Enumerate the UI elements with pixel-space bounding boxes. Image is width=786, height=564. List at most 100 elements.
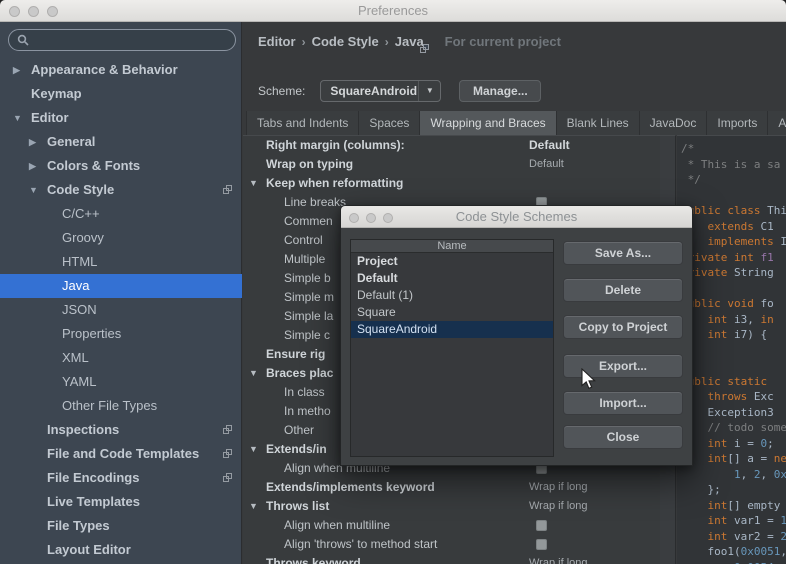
scheme-combobox-value: SquareAndroid: [330, 84, 418, 98]
sidebar-item-label: Live Templates: [47, 494, 140, 509]
tab-wrapping-and-braces[interactable]: Wrapping and Braces: [420, 111, 557, 135]
tab-blank-lines[interactable]: Blank Lines: [556, 111, 640, 135]
sidebar-item-live-templates[interactable]: Live Templates: [0, 490, 242, 514]
sidebar-item-html[interactable]: HTML: [0, 250, 242, 274]
setting-value[interactable]: Wrap if long: [529, 554, 588, 564]
sidebar-item-colors-fonts[interactable]: ▶ Colors & Fonts: [0, 154, 242, 178]
chevron-right-icon[interactable]: ▶: [13, 58, 20, 82]
sidebar-item-file-encodings[interactable]: File Encodings: [0, 466, 242, 490]
scheme-row: Scheme: SquareAndroid ▼ Manage...: [258, 79, 542, 103]
tab-javadoc[interactable]: JavaDoc: [639, 111, 708, 135]
setting-checkbox[interactable]: [536, 539, 547, 550]
sidebar-item-groovy[interactable]: Groovy: [0, 226, 242, 250]
sidebar-item-general[interactable]: ▶ General: [0, 130, 242, 154]
current-project-badge-icon: [223, 473, 232, 482]
setting-label: Keep when reformatting: [266, 176, 404, 190]
search-icon: [17, 34, 29, 46]
chevron-down-icon[interactable]: ▼: [249, 174, 258, 193]
import--button[interactable]: Import...: [563, 391, 683, 415]
sidebar-item-appearance-behavior[interactable]: ▶ Appearance & Behavior: [0, 58, 242, 82]
copy-to-project-button[interactable]: Copy to Project: [563, 315, 683, 339]
tab-arrangement[interactable]: Arrangement: [768, 111, 786, 135]
sidebar-item-label: Appearance & Behavior: [31, 62, 178, 77]
sidebar-item-label: Java: [62, 278, 90, 293]
sidebar-item-file-and-code-templates[interactable]: File and Code Templates: [0, 442, 242, 466]
sidebar-item-label: JSON: [62, 302, 97, 317]
setting-row: Wrap on typing Default: [243, 155, 660, 174]
sidebar-item-keymap[interactable]: Keymap: [0, 82, 242, 106]
sidebar-item-label: HTML: [62, 254, 98, 269]
tab-tabs-and-indents[interactable]: Tabs and Indents: [247, 111, 360, 135]
breadcrumb-item-editor[interactable]: Editor: [258, 34, 296, 49]
chevron-down-icon[interactable]: ▼: [249, 497, 258, 516]
delete-button[interactable]: Delete: [563, 278, 683, 302]
close-button[interactable]: Close: [563, 425, 683, 449]
setting-label: Ensure rig: [266, 347, 326, 361]
setting-value[interactable]: Wrap if long: [529, 478, 588, 497]
sidebar-item-file-types[interactable]: File Types: [0, 514, 242, 538]
schemes-list-header: Name: [351, 240, 553, 253]
chevron-down-icon[interactable]: ▼: [29, 178, 38, 202]
setting-label: Braces plac: [266, 366, 334, 380]
setting-row: ▼ Keep when reformatting: [243, 174, 660, 193]
chevron-down-icon[interactable]: ▼: [249, 440, 258, 459]
sidebar-item-editor[interactable]: ▼ Editor: [0, 106, 242, 130]
code-style-schemes-dialog: Code Style Schemes Name Project Default De…: [340, 205, 693, 466]
sidebar-item-inspections[interactable]: Inspections: [0, 418, 242, 442]
setting-label: Right margin (columns):: [266, 138, 405, 152]
setting-label: Simple la: [284, 309, 334, 323]
sidebar-item-properties[interactable]: Properties: [0, 322, 242, 346]
sidebar-item-yaml[interactable]: YAML: [0, 370, 242, 394]
context-note: For current project: [444, 34, 561, 49]
setting-value[interactable]: Default: [529, 155, 564, 174]
setting-row: Align when multiline: [243, 516, 660, 535]
sidebar-item-java[interactable]: Java: [0, 274, 242, 298]
sidebar-item-layout-editor[interactable]: Layout Editor: [0, 538, 242, 562]
setting-label: Control: [284, 233, 323, 247]
current-project-badge-icon: [223, 449, 232, 458]
breadcrumb-item-code-style[interactable]: Code Style: [312, 34, 379, 49]
sidebar-item-other-file-types[interactable]: Other File Types: [0, 394, 242, 418]
setting-label: Wrap on typing: [266, 157, 354, 171]
export--button[interactable]: Export...: [563, 354, 683, 378]
scheme-label: Scheme:: [258, 84, 306, 98]
sidebar-item-xml[interactable]: XML: [0, 346, 242, 370]
current-project-badge-icon: [419, 44, 429, 53]
dialog-titlebar: Code Style Schemes: [341, 206, 692, 228]
sidebar-item-label: XML: [62, 350, 89, 365]
setting-value[interactable]: Wrap if long: [529, 497, 588, 516]
chevron-right-icon[interactable]: ▶: [29, 130, 36, 154]
setting-checkbox[interactable]: [536, 520, 547, 531]
scheme-item-project[interactable]: Project: [351, 253, 553, 270]
window-titlebar: Preferences: [0, 0, 786, 22]
search-input[interactable]: [29, 32, 209, 48]
sidebar-item-label: Code Style: [47, 182, 115, 197]
scheme-item-default-1-[interactable]: Default (1): [351, 287, 553, 304]
code-style-tabbar: Tabs and Indents Spaces Wrapping and Brace…: [246, 111, 786, 135]
setting-label: Other: [284, 423, 315, 437]
setting-row: Right margin (columns): Default: [243, 136, 660, 155]
setting-label: Multiple: [284, 252, 326, 266]
sidebar-search[interactable]: [8, 29, 236, 51]
settings-tree: ▶ Appearance & Behavior Keymap ▼ Editor ▶ Gene…: [0, 58, 242, 562]
setting-value[interactable]: Default: [529, 136, 570, 155]
sidebar-item-c-c-[interactable]: C/C++: [0, 202, 242, 226]
scheme-item-default[interactable]: Default: [351, 270, 553, 287]
scheme-item-square[interactable]: Square: [351, 304, 553, 321]
chevron-down-icon[interactable]: ▼: [249, 364, 258, 383]
sidebar-item-label: File Encodings: [47, 470, 140, 485]
tab-spaces[interactable]: Spaces: [359, 111, 421, 135]
window-title: Preferences: [357, 3, 429, 18]
manage-button[interactable]: Manage...: [459, 80, 542, 102]
save-as--button[interactable]: Save As...: [563, 241, 683, 265]
scheme-item-squareandroid[interactable]: SquareAndroid: [351, 321, 553, 338]
sidebar-item-code-style[interactable]: ▼ Code Style: [0, 178, 242, 202]
scheme-combobox[interactable]: SquareAndroid ▼: [320, 80, 442, 102]
chevron-down-icon[interactable]: ▼: [418, 81, 440, 101]
setting-label: Simple m: [284, 290, 335, 304]
chevron-down-icon[interactable]: ▼: [13, 106, 22, 130]
tab-imports[interactable]: Imports: [707, 111, 769, 135]
sidebar-item-label: Colors & Fonts: [47, 158, 141, 173]
chevron-right-icon[interactable]: ▶: [29, 154, 36, 178]
sidebar-item-json[interactable]: JSON: [0, 298, 242, 322]
